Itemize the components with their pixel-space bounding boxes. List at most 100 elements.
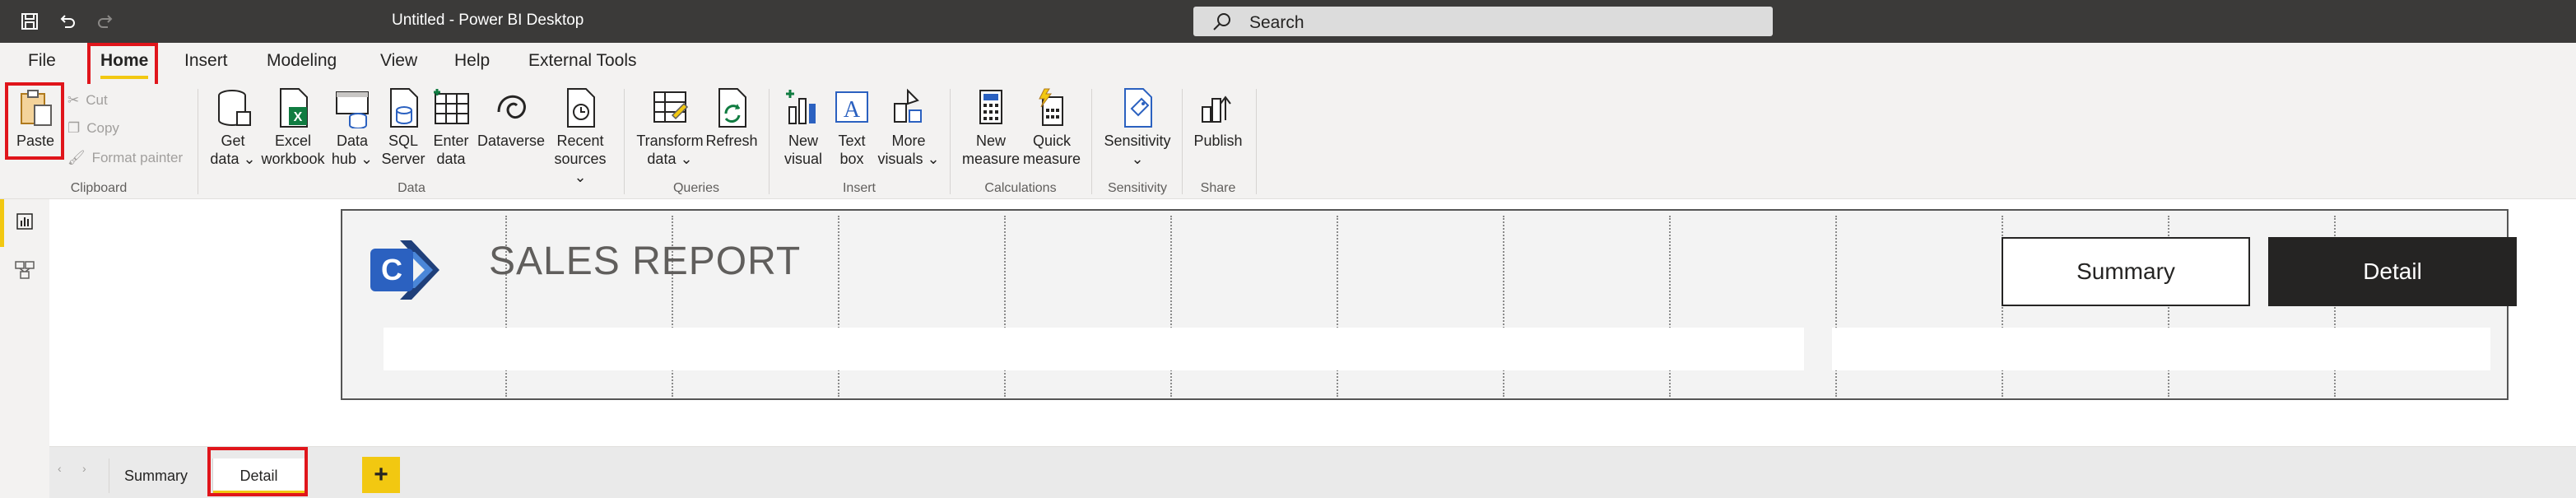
more-visuals-icon [890, 87, 928, 128]
quick-measure-button[interactable]: Quick measure [1021, 87, 1083, 168]
ribbon-separator [1256, 89, 1257, 194]
dataverse-button[interactable]: Dataverse [476, 87, 546, 150]
quick-measure-icon [1033, 87, 1071, 128]
summary-nav-button[interactable]: Summary [2002, 237, 2250, 306]
table-icon [432, 87, 470, 128]
enter-data-label-2: data [436, 151, 466, 167]
ribbon-separator [624, 89, 625, 194]
transform-data-label-2: data [647, 151, 677, 167]
cut-button[interactable]: ✂ Cut [67, 92, 108, 109]
refresh-button[interactable]: Refresh [704, 87, 759, 150]
transform-data-icon [651, 87, 689, 128]
search-box[interactable]: Search [1193, 7, 1773, 36]
page-tab-label: Summary [124, 467, 188, 484]
chevron-down-icon: ⌄ [1131, 151, 1144, 167]
svg-text:A: A [844, 97, 861, 123]
more-visuals-label-2: visuals [877, 151, 923, 167]
chevron-down-icon: ⌄ [923, 151, 940, 167]
recent-sources-label-2: sources [554, 151, 607, 167]
format-painter-button[interactable]: 🖌 Format painter [67, 150, 183, 166]
tab-help[interactable]: Help [454, 51, 490, 71]
format-painter-label: Format painter [91, 150, 184, 165]
quick-measure-label-1: Quick [1032, 133, 1071, 149]
excel-label-1: Excel [274, 133, 311, 149]
add-page-button[interactable]: + [362, 457, 400, 493]
svg-text:X: X [294, 110, 303, 124]
bar-chart-icon [15, 212, 35, 235]
group-label-queries: Queries [672, 181, 720, 195]
model-view-button[interactable] [0, 247, 49, 295]
publish-button[interactable]: Publish [1190, 87, 1246, 150]
tab-external-tools[interactable]: External Tools [528, 51, 637, 71]
sql-server-label-2: Server [381, 151, 425, 167]
data-hub-button[interactable]: Data hub ⌄ [328, 87, 377, 168]
search-placeholder: Search [1249, 13, 1304, 32]
new-visual-label-2: visual [783, 151, 823, 167]
data-hub-label-2: hub [331, 151, 356, 167]
logo-letter: C [381, 253, 402, 286]
tab-insert[interactable]: Insert [184, 51, 228, 71]
enter-data-label-1: Enter [433, 133, 469, 149]
sensitivity-button[interactable]: Sensitivity ⌄ [1098, 87, 1177, 168]
chevron-left-icon[interactable]: ‹ [58, 462, 62, 475]
chevron-right-icon[interactable]: › [82, 462, 86, 475]
save-icon[interactable] [16, 8, 43, 35]
page-tab-summary[interactable]: Summary [109, 458, 202, 493]
more-visuals-label-1: More [891, 133, 926, 149]
dataverse-label: Dataverse [477, 133, 546, 149]
group-label-clipboard: Clipboard [70, 181, 128, 195]
new-measure-button[interactable]: New measure [960, 87, 1022, 168]
publish-icon [1199, 87, 1237, 128]
get-data-label-1: Get [221, 133, 245, 149]
model-icon [14, 258, 35, 284]
new-measure-label-2: measure [961, 151, 1021, 167]
report-page[interactable]: C SALES REPORT Summary Detail [341, 209, 2517, 400]
chevron-down-icon: ⌄ [676, 151, 693, 167]
text-box-button[interactable]: A Text box [830, 87, 874, 168]
sql-server-button[interactable]: SQL Server [379, 87, 428, 168]
page-tabs-bar: ‹ › Summary Detail + [49, 446, 2576, 498]
recent-sources-label-1: Recent [556, 133, 604, 149]
get-data-label-2: data [210, 151, 239, 167]
highlight-paste-button [5, 82, 64, 160]
plus-icon: + [374, 461, 388, 488]
report-view-button[interactable] [0, 199, 49, 247]
header-strip [384, 328, 1804, 370]
excel-workbook-button[interactable]: X Excel workbook [260, 87, 326, 168]
group-label-share: Share [1200, 181, 1236, 195]
chevron-down-icon: ⌄ [574, 169, 587, 185]
enter-data-button[interactable]: Enter data [428, 87, 474, 168]
copy-button[interactable]: ❐ Copy [67, 120, 119, 137]
group-label-data: Data [398, 181, 425, 195]
detail-nav-button[interactable]: Detail [2268, 237, 2517, 306]
refresh-icon [713, 87, 751, 128]
text-box-label-1: Text [838, 133, 866, 149]
company-logo: C [367, 237, 451, 305]
redo-icon[interactable] [92, 8, 119, 35]
ribbon-separator [1091, 89, 1092, 194]
refresh-label: Refresh [705, 133, 758, 149]
new-visual-button[interactable]: New visual [780, 87, 826, 168]
ribbon-separator [950, 89, 951, 194]
window-title: Untitled - Power BI Desktop [392, 12, 584, 29]
publish-label: Publish [1193, 133, 1243, 149]
report-canvas: C SALES REPORT Summary Detail [49, 199, 2576, 446]
undo-icon[interactable] [54, 8, 81, 35]
tab-file[interactable]: File [28, 51, 56, 71]
more-visuals-button[interactable]: More visuals ⌄ [877, 87, 940, 168]
search-icon [1211, 12, 1233, 37]
recent-sources-button[interactable]: Recent sources ⌄ [550, 87, 611, 186]
data-hub-icon [333, 87, 371, 129]
ribbon-separator [1182, 89, 1183, 194]
database-icon [214, 87, 252, 128]
tab-modeling[interactable]: Modeling [267, 51, 337, 71]
transform-data-button[interactable]: Transform data ⌄ [635, 87, 704, 168]
tab-view[interactable]: View [380, 51, 417, 71]
sensitivity-icon [1118, 87, 1156, 128]
text-box-label-2: box [839, 151, 864, 167]
quick-measure-label-2: measure [1022, 151, 1081, 167]
excel-icon: X [274, 87, 312, 128]
cut-label: Cut [86, 92, 108, 108]
copy-icon: ❐ [67, 120, 81, 136]
get-data-button[interactable]: Get data ⌄ [209, 87, 257, 168]
